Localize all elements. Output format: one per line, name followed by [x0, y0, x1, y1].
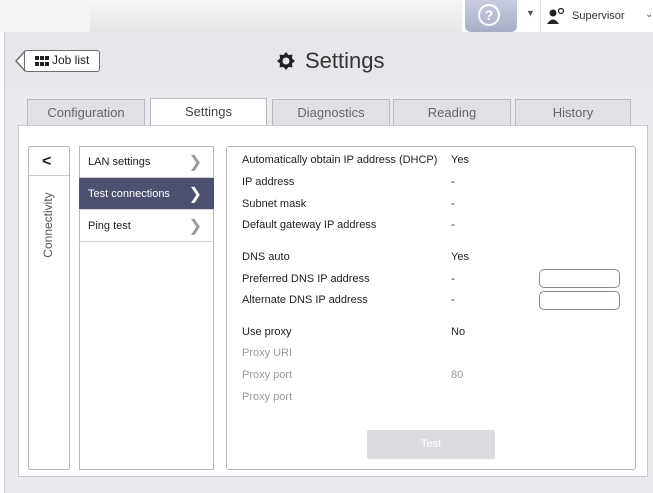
chevron-right-icon: ❯ [188, 218, 202, 235]
alternate-dns-value: - [451, 294, 455, 306]
chevron-right-icon: ❯ [188, 154, 202, 171]
user-icon [547, 8, 565, 24]
dns-auto-value: Yes [451, 251, 469, 263]
proxy-port-label-2: Proxy port [242, 391, 293, 403]
job-list-label[interactable]: Job list [52, 53, 89, 67]
preferred-dns-value: - [451, 273, 455, 285]
alternate-dns-input[interactable] [539, 291, 620, 310]
back-chevron-icon[interactable]: < [42, 153, 51, 171]
proxy-uri-label: Proxy URI [242, 347, 293, 359]
ip-address-value: - [451, 176, 455, 188]
top-bar-center [90, 0, 462, 33]
test-button[interactable]: Test [367, 430, 495, 459]
menu-item-ping-test[interactable]: Ping test ❯ [79, 210, 214, 242]
job-list-grid-icon [35, 56, 49, 66]
ip-address-label: IP address [242, 176, 295, 188]
dhcp-label: Automatically obtain IP address (DHCP) [242, 154, 438, 166]
tab-settings[interactable]: Settings [150, 98, 267, 126]
menu-item-label: Ping test [88, 220, 131, 232]
subnet-mask-label: Subnet mask [242, 198, 307, 210]
tab-history[interactable]: History [515, 99, 631, 125]
dhcp-value: Yes [451, 154, 469, 166]
tab-configuration[interactable]: Configuration [27, 99, 145, 125]
top-bar-left [0, 0, 90, 32]
preferred-dns-input[interactable] [539, 269, 620, 288]
category-divider [29, 175, 69, 176]
menu-item-lan-settings[interactable]: LAN settings ❯ [79, 146, 214, 178]
tab-reading[interactable]: Reading [393, 99, 511, 125]
subnet-mask-value: - [451, 198, 455, 210]
menu-item-label: LAN settings [88, 156, 151, 168]
gateway-label: Default gateway IP address [242, 219, 377, 231]
user-dropdown-caret-icon[interactable]: ⌄ [645, 9, 653, 20]
user-role-label[interactable]: Supervisor [572, 10, 625, 22]
use-proxy-label: Use proxy [242, 326, 292, 338]
help-icon[interactable]: ? [478, 4, 500, 26]
preferred-dns-label: Preferred DNS IP address [242, 273, 370, 285]
menu-item-label: Test connections [88, 188, 170, 200]
proxy-port-label: Proxy port [242, 369, 293, 381]
tab-diagnostics[interactable]: Diagnostics [272, 99, 390, 125]
help-dropdown-caret-icon[interactable]: ▼ [526, 8, 535, 18]
menu-item-test-connections[interactable]: Test connections ❯ [79, 178, 214, 210]
chevron-right-icon: ❯ [188, 186, 202, 203]
proxy-port-value: 80 [451, 369, 464, 381]
gear-icon [277, 52, 295, 70]
dns-auto-label: DNS auto [242, 251, 290, 263]
alternate-dns-label: Alternate DNS IP address [242, 294, 368, 306]
use-proxy-value: No [451, 326, 466, 338]
gateway-value: - [451, 219, 455, 231]
page-title: Settings [305, 48, 385, 73]
category-label: Connectivity [41, 192, 55, 258]
